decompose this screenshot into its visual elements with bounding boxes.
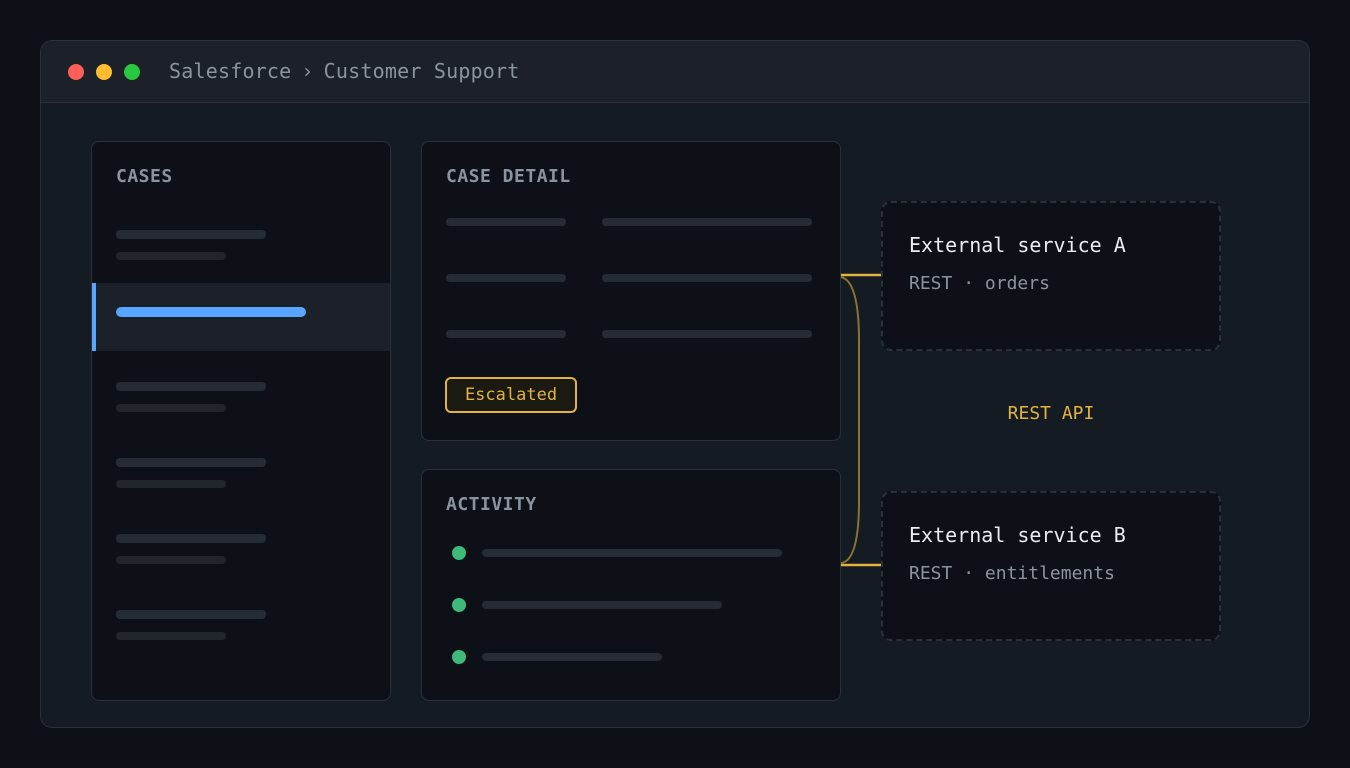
endpoint-separator: · bbox=[963, 273, 975, 294]
external-service-a-endpoint: REST · orders bbox=[909, 273, 1050, 294]
breadcrumb-item-app[interactable]: Salesforce bbox=[169, 59, 291, 83]
activity-placeholder-line bbox=[482, 601, 722, 609]
connector-bracket bbox=[840, 276, 860, 564]
field-value-placeholder bbox=[602, 218, 812, 226]
external-service-a-name: External service A bbox=[909, 233, 1126, 257]
breadcrumb-item-page[interactable]: Customer Support bbox=[324, 59, 520, 83]
activity-panel: ACTIVITY bbox=[421, 469, 841, 701]
external-service-b-node: External service B REST · entitlements bbox=[881, 491, 1221, 641]
external-service-b-name: External service B bbox=[909, 523, 1126, 547]
maximize-window-button[interactable] bbox=[124, 64, 140, 80]
endpoint-separator: · bbox=[963, 563, 975, 584]
protocol-label: REST bbox=[909, 273, 953, 294]
protocol-label: REST bbox=[909, 563, 953, 584]
case-placeholder-line bbox=[116, 458, 266, 467]
case-detail-panel: CASE DETAIL Escalated bbox=[421, 141, 841, 441]
field-label-placeholder bbox=[446, 218, 566, 226]
field-label-placeholder bbox=[446, 274, 566, 282]
case-placeholder-line bbox=[116, 230, 266, 239]
activity-title: ACTIVITY bbox=[446, 494, 537, 515]
activity-status-dot bbox=[452, 650, 466, 664]
status-badge: Escalated bbox=[445, 377, 577, 413]
field-label-placeholder bbox=[446, 330, 566, 338]
activity-status-dot bbox=[452, 598, 466, 612]
external-service-a-node: External service A REST · orders bbox=[881, 201, 1221, 351]
resource-label: entitlements bbox=[984, 563, 1115, 584]
case-placeholder-line bbox=[116, 610, 266, 619]
resource-label: orders bbox=[984, 273, 1050, 294]
case-placeholder-subline bbox=[116, 252, 226, 260]
close-window-button[interactable] bbox=[68, 64, 84, 80]
case-list-item-selected[interactable] bbox=[92, 283, 390, 351]
case-placeholder-line bbox=[116, 382, 266, 391]
activity-placeholder-line bbox=[482, 653, 662, 661]
case-placeholder-line bbox=[116, 307, 306, 317]
case-placeholder-subline bbox=[116, 556, 226, 564]
case-placeholder-line bbox=[116, 534, 266, 543]
breadcrumb-separator: › bbox=[301, 59, 314, 83]
minimize-window-button[interactable] bbox=[96, 64, 112, 80]
selection-indicator bbox=[92, 283, 96, 351]
field-value-placeholder bbox=[602, 274, 812, 282]
field-value-placeholder bbox=[602, 330, 812, 338]
app-window: Salesforce › Customer Support CASES CASE… bbox=[40, 40, 1310, 728]
rest-api-label: REST API bbox=[1007, 403, 1095, 424]
case-placeholder-subline bbox=[116, 404, 226, 412]
case-placeholder-subline bbox=[116, 480, 226, 488]
case-placeholder-subline bbox=[116, 632, 226, 640]
case-detail-title: CASE DETAIL bbox=[446, 166, 571, 187]
cases-panel: CASES bbox=[91, 141, 391, 701]
breadcrumb: Salesforce › Customer Support bbox=[169, 59, 520, 83]
cases-title: CASES bbox=[116, 166, 173, 187]
external-service-b-endpoint: REST · entitlements bbox=[909, 563, 1115, 584]
activity-status-dot bbox=[452, 546, 466, 560]
activity-placeholder-line bbox=[482, 549, 782, 557]
title-bar: Salesforce › Customer Support bbox=[41, 41, 1309, 103]
